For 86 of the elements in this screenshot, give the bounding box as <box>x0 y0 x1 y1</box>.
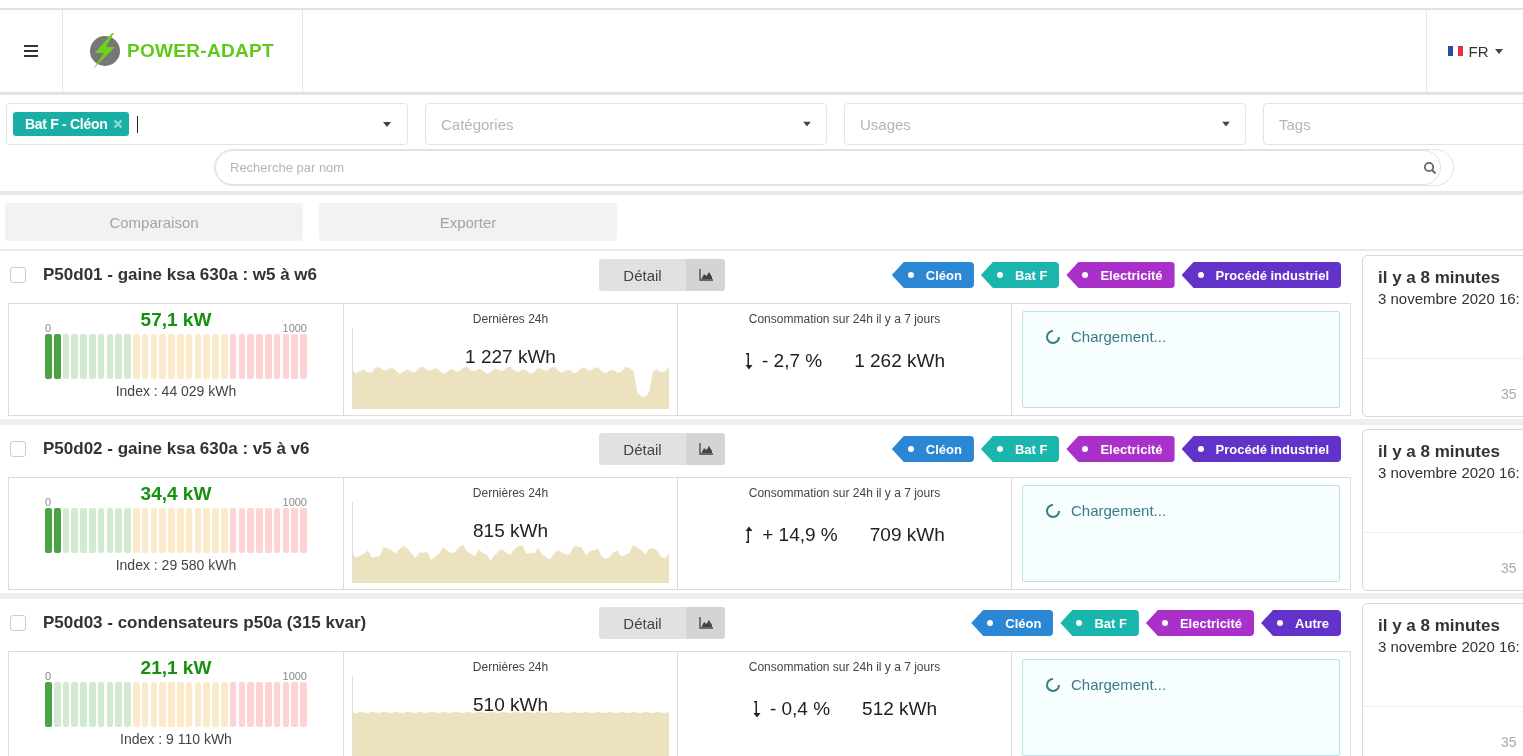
previous-consumption: 1 262 kWh <box>854 350 945 372</box>
total-consumption: 815 kWh <box>472 520 549 542</box>
spinner-icon <box>1045 677 1061 693</box>
categories-select-field[interactable]: Catégories <box>425 103 827 145</box>
usages-select-field[interactable]: Usages <box>844 103 1246 145</box>
scale-max: 1000 <box>282 496 307 508</box>
change-percent: + 14,9 % <box>762 524 838 546</box>
chart-title: Dernières 24h <box>471 660 550 674</box>
tag-label: Cléon <box>891 436 974 462</box>
index-reading: Index : 44 029 kWh <box>114 383 238 399</box>
power-value: 21,1 kW <box>140 658 212 678</box>
tag-label: Electricité <box>1145 610 1255 636</box>
chart-title: Dernières 24h <box>471 312 550 326</box>
detail-button[interactable]: Détail <box>599 607 686 639</box>
update-relative-time: il y a 8 minutes <box>1378 442 1500 462</box>
chart-title: Dernières 24h <box>471 486 550 500</box>
update-relative-time: il y a 8 minutes <box>1378 616 1500 636</box>
area-chart-icon <box>698 443 713 455</box>
update-relative-time: il y a 8 minutes <box>1378 268 1500 288</box>
meter-name: P50d03 - condensateurs p50a (315 kvar) <box>43 613 368 633</box>
total-consumption: 510 kWh <box>472 694 549 716</box>
scale-min: 0 <box>45 322 52 334</box>
index-reading: Index : 29 580 kWh <box>114 557 238 573</box>
caret-icon <box>383 121 391 127</box>
loading-text: Chargement... <box>1071 677 1167 693</box>
tag-label: Bat F <box>1060 610 1139 636</box>
tag-label: Bat F <box>980 262 1060 288</box>
meter-name: P50d01 - gaine ksa 630a : w5 à w6 <box>43 265 319 285</box>
search-icon <box>1423 160 1437 175</box>
down-arrow-icon <box>751 700 762 718</box>
card-value: 35 <box>1501 386 1517 402</box>
detail-button[interactable]: Détail <box>599 433 686 465</box>
checkbox[interactable] <box>10 441 26 457</box>
spinner-icon <box>1045 329 1061 345</box>
change-percent: - 2,7 % <box>762 350 823 372</box>
scale-max: 1000 <box>282 322 307 334</box>
chart-button[interactable] <box>686 607 725 639</box>
search-field[interactable]: Recherche par nom <box>215 150 1441 185</box>
tag-label: Electricité <box>1066 262 1175 288</box>
loading-text: Chargement... <box>1071 503 1167 519</box>
spinner-icon <box>1045 503 1061 519</box>
comparison-title: Consommation sur 24h il y a 7 jours <box>747 660 942 674</box>
checkbox[interactable] <box>10 267 26 283</box>
down-arrow-icon <box>744 352 754 370</box>
detail-button[interactable]: Détail <box>599 259 686 291</box>
caret-icon <box>1222 121 1230 127</box>
language-selector[interactable]: FR <box>1443 38 1507 64</box>
card-value: 35 <box>1501 734 1517 750</box>
tag-label: Bat F <box>980 436 1060 462</box>
area-chart-icon <box>698 269 713 281</box>
comparison-title: Consommation sur 24h il y a 7 jours <box>747 312 942 326</box>
previous-consumption: 709 kWh <box>869 524 945 546</box>
meter-name: P50d02 - gaine ksa 630a : v5 à v6 <box>43 439 311 459</box>
chart-button[interactable] <box>686 433 725 465</box>
france-flag-icon <box>1447 46 1463 56</box>
tag-label: Procédé industriel <box>1181 436 1341 462</box>
loading-text: Chargement... <box>1071 329 1167 345</box>
tag-label: Procédé industriel <box>1181 262 1341 288</box>
total-consumption: 1 227 kWh <box>464 346 557 368</box>
tag-label: Electricité <box>1066 436 1175 462</box>
scale-min: 0 <box>45 496 52 508</box>
chart-button[interactable] <box>686 259 725 291</box>
caret-icon <box>803 121 811 127</box>
scale-min: 0 <box>45 670 52 682</box>
logo-text: POWER-ADAPT <box>127 40 274 62</box>
site-chip: Bat F - Cléon <box>13 112 130 136</box>
power-value: 57,1 kW <box>140 310 212 330</box>
up-arrow-icon <box>744 526 755 544</box>
tag-label: Cléon <box>971 610 1054 636</box>
change-percent: - 0,4 % <box>769 698 831 720</box>
card-value: 35 <box>1501 560 1517 576</box>
area-chart-icon <box>698 617 713 629</box>
checkbox[interactable] <box>10 615 26 631</box>
tag-label: Cléon <box>891 262 974 288</box>
scale-max: 1000 <box>282 670 307 682</box>
menu-icon[interactable] <box>24 45 38 57</box>
index-reading: Index : 9 110 kWh <box>119 731 233 747</box>
caret-icon <box>1494 48 1503 54</box>
update-date: 3 novembre 2020 16: <box>1378 638 1520 655</box>
update-date: 3 novembre 2020 16: <box>1378 290 1520 307</box>
tags-select-field[interactable]: Tags <box>1263 103 1523 145</box>
previous-consumption: 512 kWh <box>862 698 938 720</box>
tag-label: Autre <box>1261 610 1341 636</box>
comparison-title: Consommation sur 24h il y a 7 jours <box>747 486 942 500</box>
power-value: 34,4 kW <box>140 484 212 504</box>
update-date: 3 novembre 2020 16: <box>1378 464 1520 481</box>
